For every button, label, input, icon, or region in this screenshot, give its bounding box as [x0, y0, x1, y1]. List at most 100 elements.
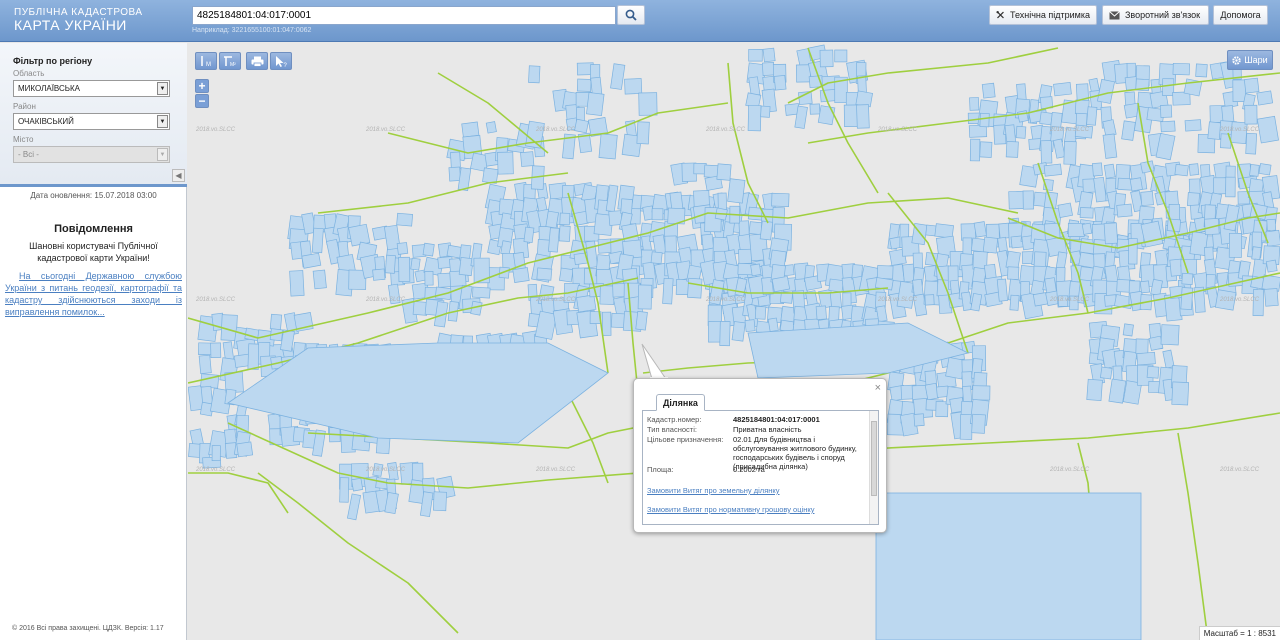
parcel[interactable] [576, 294, 597, 313]
parcel[interactable] [754, 305, 767, 320]
parcel[interactable] [482, 167, 499, 184]
parcel[interactable] [1266, 218, 1277, 231]
parcel[interactable] [301, 252, 322, 269]
parcel[interactable] [1256, 115, 1279, 144]
parcel[interactable] [1187, 192, 1200, 207]
search-button[interactable] [617, 5, 645, 25]
popup-scrollbar[interactable] [869, 411, 878, 524]
parcel[interactable] [1162, 78, 1175, 97]
parcel[interactable] [1129, 177, 1143, 192]
parcel[interactable] [1103, 163, 1116, 179]
parcel[interactable] [384, 254, 396, 274]
parcel[interactable] [485, 121, 497, 134]
parcel[interactable] [834, 49, 848, 63]
parcel[interactable] [586, 92, 605, 117]
parcel[interactable] [969, 138, 981, 162]
parcel[interactable] [771, 192, 790, 207]
parcel[interactable] [312, 269, 327, 290]
parcel[interactable] [1086, 378, 1103, 401]
parcel[interactable] [662, 277, 674, 305]
layers-button[interactable]: Шари [1227, 50, 1273, 70]
identify-button[interactable]: ? [270, 52, 292, 70]
district-select[interactable]: ОЧАКІВСЬКИЙ ▼ [13, 113, 170, 130]
parcel[interactable] [1104, 264, 1119, 284]
parcel[interactable] [767, 317, 779, 332]
parcel[interactable] [638, 92, 658, 116]
parcel[interactable] [762, 47, 776, 63]
parcel[interactable] [1103, 222, 1119, 245]
parcel[interactable] [1243, 77, 1260, 94]
parcel[interactable] [1160, 120, 1176, 133]
parcel[interactable] [1204, 246, 1214, 261]
parcel[interactable] [500, 240, 512, 256]
zoom-in-button[interactable]: + [195, 79, 209, 93]
parcel[interactable] [1140, 190, 1154, 207]
parcel[interactable] [1007, 266, 1020, 280]
parcel[interactable] [636, 121, 650, 145]
large-parcel[interactable] [875, 492, 1142, 640]
parcel[interactable] [969, 97, 980, 111]
parcel[interactable] [599, 285, 615, 305]
parcel[interactable] [876, 265, 894, 280]
parcel[interactable] [1005, 250, 1021, 270]
parcel[interactable] [1146, 365, 1160, 379]
parcel[interactable] [597, 238, 613, 254]
order-valuation-extract-link[interactable]: Замовити Витяг про нормативну грошову оц… [647, 505, 814, 514]
parcel[interactable] [520, 151, 535, 167]
parcel[interactable] [471, 286, 491, 299]
parcel[interactable] [1258, 163, 1272, 176]
parcel[interactable] [747, 104, 762, 132]
parcel[interactable] [1063, 141, 1077, 165]
parcel[interactable] [1039, 111, 1053, 126]
parcel[interactable] [598, 133, 618, 160]
parcel[interactable] [411, 462, 424, 483]
parcel[interactable] [1244, 104, 1258, 125]
parcel[interactable] [289, 270, 305, 297]
parcel[interactable] [1079, 207, 1094, 219]
parcel[interactable] [738, 248, 752, 264]
parcel[interactable] [461, 121, 480, 138]
parcel[interactable] [396, 242, 409, 255]
parcel[interactable] [1172, 62, 1190, 76]
parcel[interactable] [1008, 190, 1026, 210]
parcel[interactable] [1057, 202, 1073, 218]
parcel[interactable] [959, 414, 973, 440]
parcel[interactable] [247, 343, 260, 370]
parcel[interactable] [1195, 63, 1208, 78]
parcel[interactable] [601, 311, 612, 336]
help-button[interactable]: Допомога [1213, 5, 1268, 25]
parcel[interactable] [1228, 232, 1242, 258]
parcel[interactable] [512, 267, 530, 283]
parcel[interactable] [1015, 125, 1027, 139]
parcel[interactable] [398, 256, 411, 282]
parcel[interactable] [934, 223, 954, 239]
parcel[interactable] [624, 78, 643, 95]
parcel[interactable] [448, 166, 461, 182]
parcel[interactable] [1074, 99, 1090, 115]
parcel[interactable] [1121, 120, 1136, 141]
parcel[interactable] [809, 103, 821, 115]
parcel[interactable] [1160, 324, 1180, 346]
parcel[interactable] [996, 278, 1009, 302]
parcel[interactable] [432, 491, 447, 512]
parcel[interactable] [981, 82, 996, 99]
parcel[interactable] [410, 257, 421, 271]
parcel[interactable] [971, 413, 986, 434]
site-logo[interactable]: ПУБЛІЧНА КАДАСТРОВА КАРТА УКРАЇНИ [14, 7, 143, 32]
parcel[interactable] [1128, 238, 1138, 265]
feedback-button[interactable]: Зворотний зв'язок [1102, 5, 1209, 25]
parcel[interactable] [1100, 366, 1113, 380]
parcel[interactable] [828, 278, 844, 293]
parcel[interactable] [1136, 351, 1156, 366]
parcel[interactable] [1040, 140, 1053, 164]
parcel[interactable] [651, 208, 664, 221]
parcel[interactable] [771, 275, 791, 293]
parcel[interactable] [1005, 141, 1019, 158]
parcel[interactable] [198, 354, 212, 375]
parcel[interactable] [351, 477, 364, 492]
parcel[interactable] [829, 291, 843, 310]
parcel[interactable] [210, 342, 222, 358]
parcel[interactable] [497, 151, 514, 175]
parcel[interactable] [1009, 294, 1020, 311]
parcel[interactable] [1081, 222, 1093, 235]
